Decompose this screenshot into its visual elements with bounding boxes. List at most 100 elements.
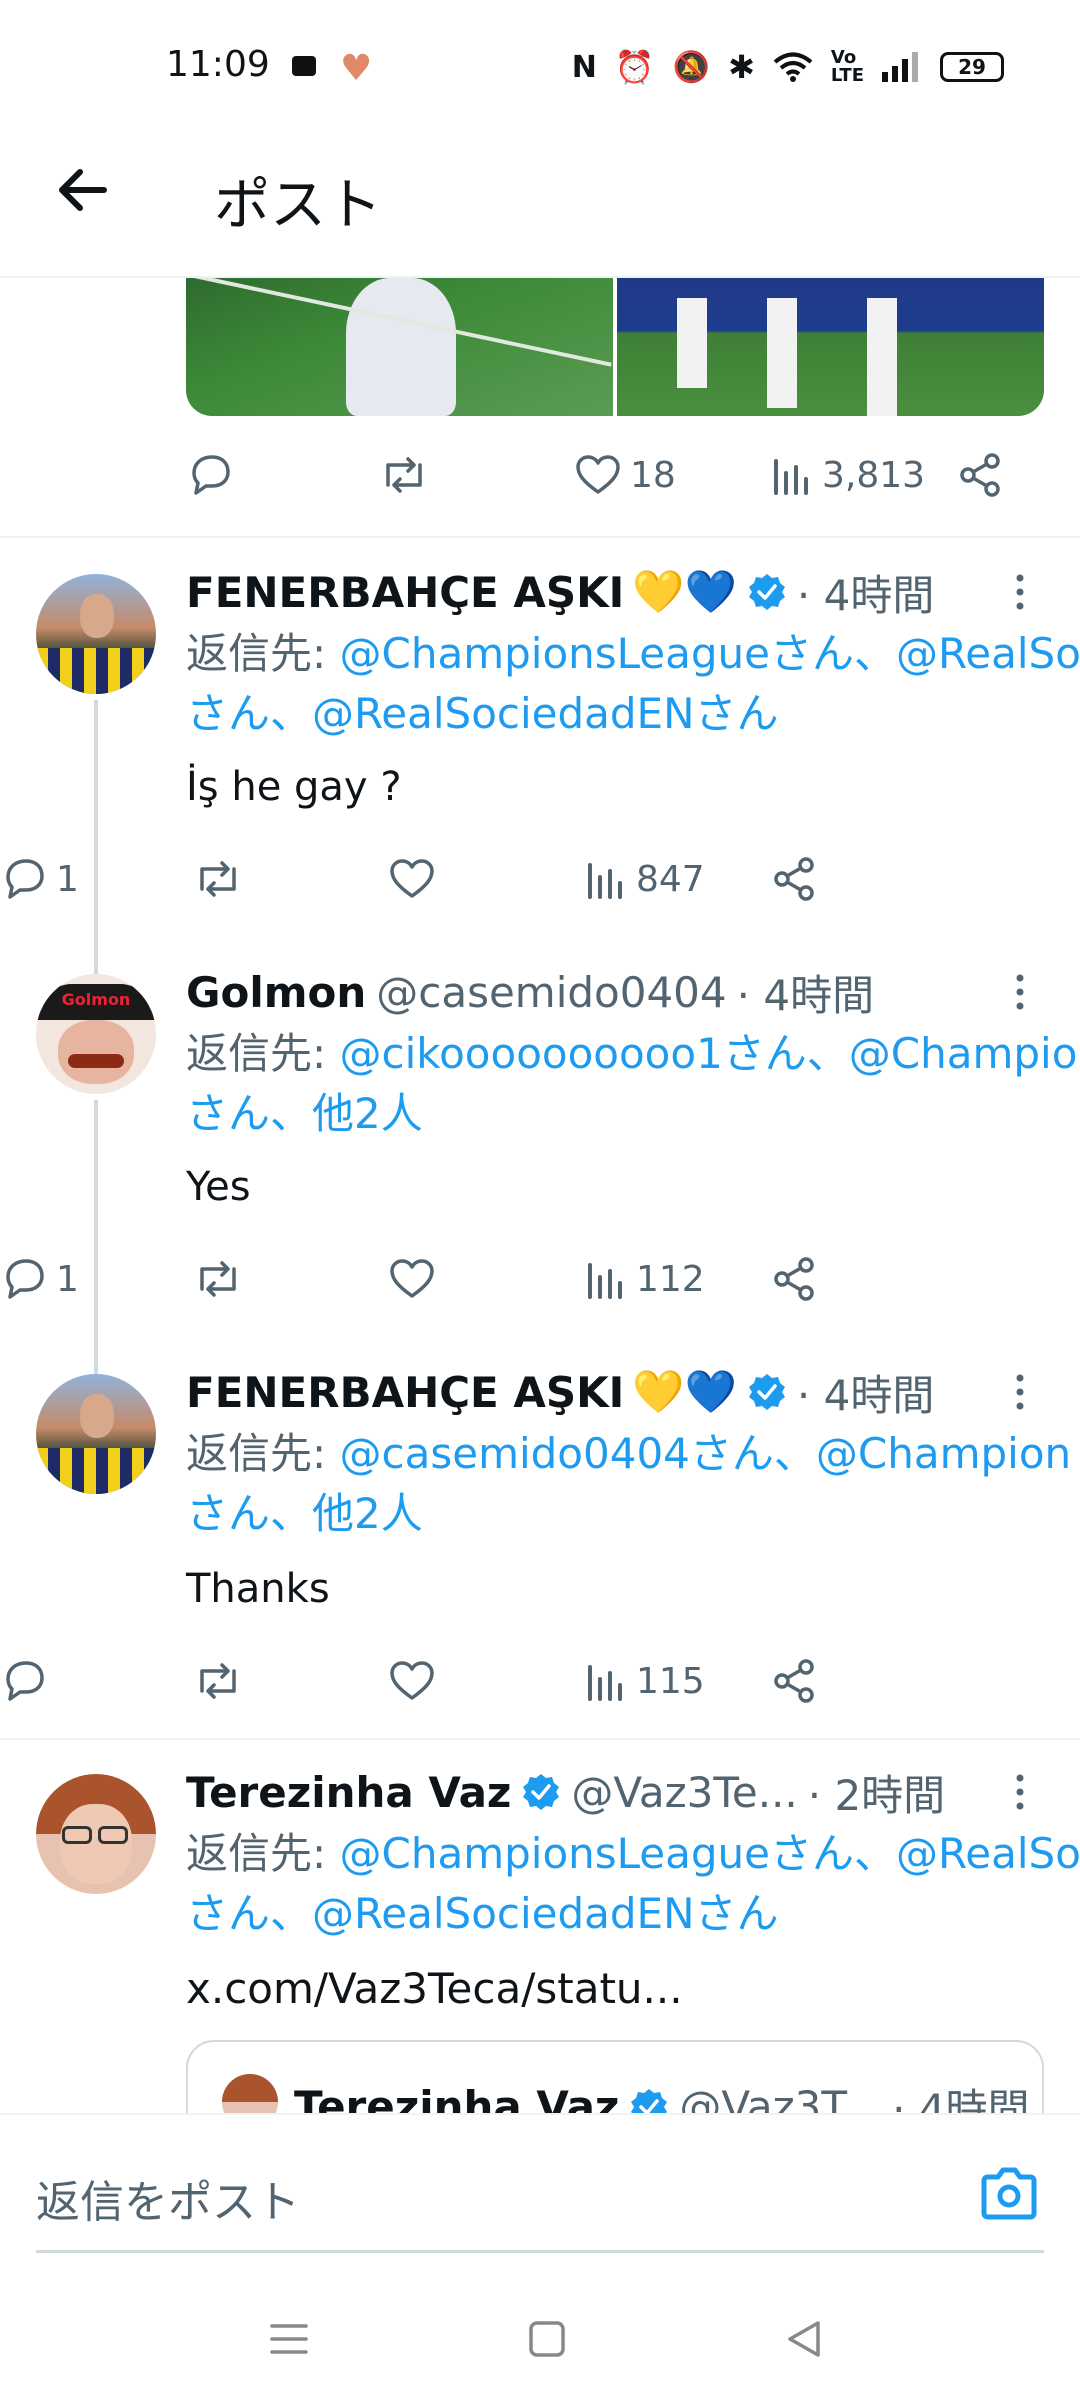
reply-tweet[interactable]: Terezinha Vaz @Vaz3Te... · 2時間 返信先: @Cha… <box>0 1740 1080 2113</box>
share-icon <box>774 857 814 901</box>
like-button[interactable] <box>388 844 436 914</box>
more-options-icon[interactable] <box>1012 1372 1028 1412</box>
views-button[interactable]: 115 <box>584 1646 705 1716</box>
reply-button[interactable]: 1 <box>0 844 79 914</box>
media-image-left[interactable] <box>186 278 613 416</box>
views-icon <box>588 863 622 899</box>
views-count: 115 <box>636 1660 705 1702</box>
tweet-text: Thanks <box>186 1566 330 1612</box>
views-count: 3,813 <box>822 454 926 496</box>
repost-icon <box>386 457 422 493</box>
more-options-icon[interactable] <box>1012 972 1028 1012</box>
author-name[interactable]: FENERBAHÇE AŞKI <box>186 1368 624 1417</box>
verified-badge-icon <box>748 1374 785 1410</box>
camera-icon <box>981 2167 1037 2220</box>
views-icon <box>588 1263 622 1299</box>
reply-button[interactable] <box>186 440 234 510</box>
signal-icon <box>882 52 918 82</box>
heart-icon <box>576 455 620 494</box>
quoted-tweet-card[interactable]: Terezinha Vaz @Vaz3T... · 4時間 <box>186 2040 1044 2113</box>
views-button[interactable]: 3,813 <box>770 440 925 510</box>
share-icon <box>960 453 1000 497</box>
media-image-right[interactable] <box>617 278 1044 416</box>
camera-button[interactable] <box>978 2163 1040 2225</box>
reply-mentions-line1[interactable]: @casemido0404さん、@Champion <box>340 1429 1072 1478</box>
verified-badge-icon <box>748 574 785 610</box>
avatar[interactable] <box>36 1374 156 1494</box>
reply-button[interactable]: 1 <box>0 1244 79 1314</box>
author-handle[interactable]: @casemido0404 <box>376 968 726 1017</box>
back-button[interactable] <box>52 160 112 220</box>
reply-mentions-line1[interactable]: @cikoooooooooo1さん、@Champion <box>340 1029 1080 1078</box>
tweet-actions: 115 <box>0 1646 830 1716</box>
back-triangle-icon[interactable] <box>780 2314 830 2364</box>
reply-button[interactable] <box>0 1646 48 1716</box>
arrow-left-icon <box>59 169 107 211</box>
share-button[interactable] <box>770 1646 818 1716</box>
tweet-actions: 1 847 <box>0 844 830 914</box>
reply-tweet[interactable]: Golmon Golmon @casemido0404 · 4時間 返信先: @… <box>0 938 1080 1338</box>
post-time: · 4時間 <box>736 970 875 1020</box>
reply-input[interactable]: 返信をポスト <box>36 2166 300 2230</box>
menu-icon[interactable] <box>264 2314 314 2364</box>
repost-button[interactable] <box>192 1646 244 1716</box>
author-row: FENERBAHÇE AŞKI 💛💙 · 4時間 <box>186 1362 934 1422</box>
author-name[interactable]: Terezinha Vaz <box>186 1768 511 1817</box>
views-button[interactable]: 112 <box>584 1244 705 1314</box>
author-name[interactable]: Golmon <box>186 968 366 1017</box>
avatar[interactable]: Golmon <box>36 974 156 1094</box>
share-button[interactable] <box>770 1244 818 1314</box>
author-name[interactable]: FENERBAHÇE AŞKI <box>186 568 624 617</box>
reply-icon <box>192 455 230 495</box>
reply-prefix: 返信先: <box>186 1429 327 1478</box>
repost-button[interactable] <box>192 844 244 914</box>
repost-button[interactable] <box>192 1244 244 1314</box>
share-button[interactable] <box>770 844 818 914</box>
reply-tweet[interactable]: FENERBAHÇE AŞKI 💛💙 · 4時間 返信先: @casemido0… <box>0 1338 1080 1738</box>
reply-prefix: 返信先: <box>186 629 327 678</box>
thread-line <box>94 938 98 974</box>
bluetooth-icon: ✱ <box>728 48 755 86</box>
post-feed[interactable]: 18 3,813 FENERBAHÇE AŞKI 💛💙 · 4時間 返信先: @… <box>0 278 1080 2113</box>
reply-mentions-line1[interactable]: @ChampionsLeagueさん、@RealSo <box>340 1829 1080 1878</box>
post-time: · 4時間 <box>796 570 935 620</box>
share-button[interactable] <box>956 440 1004 510</box>
quote-author-handle: @Vaz3T... <box>679 2082 883 2113</box>
quote-avatar <box>222 2074 278 2113</box>
volte-icon: Vo LTE <box>830 47 864 86</box>
repost-button[interactable] <box>378 440 430 510</box>
replying-to: 返信先: @casemido0404さん、@Champion さん、他2人 <box>186 1424 1080 1544</box>
author-handle[interactable]: @Vaz3Te... <box>571 1768 797 1817</box>
reply-tweet[interactable]: FENERBAHÇE AŞKI 💛💙 · 4時間 返信先: @Champions… <box>0 538 1080 938</box>
views-icon <box>588 1665 622 1701</box>
post-actions: 18 3,813 <box>186 440 1016 510</box>
status-icons: N ⏰ 🔕 ✱ Vo LTE 29 <box>572 48 1004 86</box>
media-icon <box>292 56 316 76</box>
reply-mentions-line1[interactable]: @ChampionsLeagueさん、@RealSo <box>340 629 1080 678</box>
avatar[interactable] <box>36 1774 156 1894</box>
like-button[interactable] <box>388 1244 436 1314</box>
more-options-icon[interactable] <box>1012 1772 1028 1812</box>
heart-health-icon: ♥ <box>340 48 373 89</box>
tweet-link[interactable]: x.com/Vaz3Teca/statu... <box>186 1964 683 2013</box>
views-count: 112 <box>636 1258 705 1300</box>
home-square-icon[interactable] <box>522 2314 572 2364</box>
like-button[interactable] <box>388 1646 436 1716</box>
verified-badge-icon <box>631 2088 668 2113</box>
heart-icon <box>390 859 434 898</box>
post-media[interactable] <box>186 278 1044 416</box>
reply-count: 1 <box>56 858 79 900</box>
reply-mentions-line2[interactable]: さん、他2人 <box>186 1089 423 1138</box>
like-button[interactable]: 18 <box>574 440 676 510</box>
reply-prefix: 返信先: <box>186 1829 327 1878</box>
reply-mentions-line2[interactable]: さん、他2人 <box>186 1489 423 1538</box>
alarm-icon: ⏰ <box>614 48 655 86</box>
views-icon <box>774 459 808 495</box>
views-button[interactable]: 847 <box>584 844 705 914</box>
avatar[interactable] <box>36 574 156 694</box>
tweet-actions: 1 112 <box>0 1244 830 1314</box>
reply-mentions-line2[interactable]: さん、@RealSociedadENさん <box>186 1889 779 1938</box>
more-options-icon[interactable] <box>1012 572 1028 612</box>
reply-mentions-line2[interactable]: さん、@RealSociedadENさん <box>186 689 779 738</box>
verified-badge-icon <box>523 1774 560 1810</box>
